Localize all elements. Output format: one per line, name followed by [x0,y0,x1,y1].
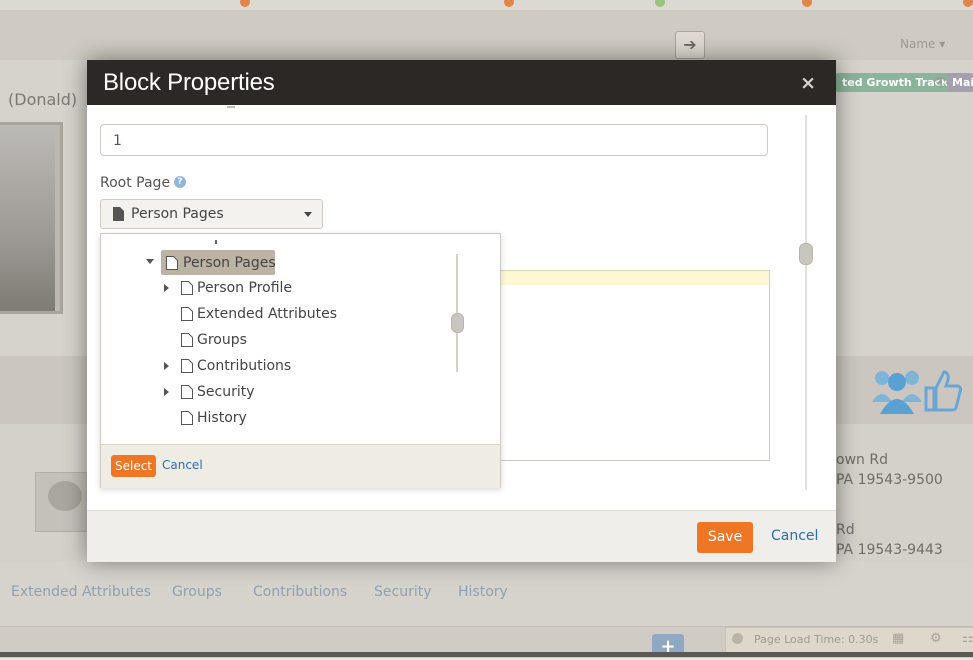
modal-footer: Save Cancel [87,510,836,562]
tab-favicon [504,0,514,7]
field-label-cut [227,106,235,108]
modal-scrollbar-track[interactable] [805,115,807,490]
root-page-value: Person Pages [131,206,224,222]
page-icon [181,359,193,373]
tab-history[interactable]: History [458,584,508,600]
name-dropdown[interactable]: Name ▾ [900,37,945,51]
eye-icon: 👁 [933,75,949,89]
page-icon [181,307,193,321]
member-badge: Mai [947,73,973,92]
expand-icon[interactable] [164,284,169,292]
page-icon [181,333,193,347]
thumbs-up-icon [924,370,962,412]
tree-node-person-pages[interactable]: Person Pages [146,250,406,275]
tab-contributions[interactable]: Contributions [253,584,347,600]
tree-cancel-button[interactable]: Cancel [162,458,203,472]
tab-favicon [802,0,812,7]
tab-groups[interactable]: Groups [172,584,222,600]
tree-picker-footer: Select Cancel [101,444,500,488]
login-arrow-icon[interactable]: ➔ [675,31,705,59]
help-icon[interactable]: ? [174,176,186,188]
clock-icon [732,633,743,644]
taskbar-edge [0,652,973,657]
collapse-icon[interactable] [146,259,154,264]
tree-node-security[interactable]: Security [161,381,421,403]
page-icon [113,207,124,221]
tab-security[interactable]: Security [374,584,432,600]
top-navbar: ➔ Name ▾ [0,10,973,60]
sitemap-icon[interactable]: ⚏ [962,631,973,646]
page-load-time-bar: Page Load Time: 0.30s ▦ ⚙ ⚏ [725,627,973,655]
tree-node-contributions[interactable]: Contributions [161,355,421,377]
cancel-button[interactable]: Cancel [771,528,818,544]
tree-node-groups[interactable]: Groups [161,329,421,351]
address-home: own Rd PA 19543-9500 [836,452,943,488]
select-button[interactable]: Select [111,455,156,477]
gear-icon[interactable]: ⚙ [930,631,942,646]
modal-header: Block Properties × [87,60,836,105]
person-subnav: Extended Attributes Groups Contributions… [0,580,973,606]
person-photo [0,122,63,314]
page-icon [181,385,193,399]
close-icon[interactable]: × [800,72,816,94]
root-page-picker[interactable]: Person Pages [100,199,323,229]
page-icon [166,256,178,270]
root-page-label: Root Page [100,175,171,191]
person-nickname: (Donald) [8,90,78,109]
tree-node-history[interactable]: History [161,407,421,429]
tab-favicon [963,0,973,7]
page-icon [181,281,193,295]
code-textarea[interactable] [498,285,770,461]
tab-favicon [655,0,665,7]
tab-favicon [240,0,250,7]
tree-node-extended-attributes[interactable]: Extended Attributes [161,303,421,325]
grid-icon[interactable]: ▦ [892,631,904,646]
tree-scroll-cut [215,240,217,244]
address-work: Rd PA 19543-9443 [836,522,943,558]
expand-icon[interactable] [164,362,169,370]
tab-extended-attributes[interactable]: Extended Attributes [11,584,151,600]
page-load-time: Page Load Time: 0.30s [754,633,879,646]
highlighted-input[interactable] [498,270,770,286]
expand-icon[interactable] [164,388,169,396]
page-icon [181,411,193,425]
tree-node-person-profile[interactable]: Person Profile [161,277,421,299]
chevron-down-icon [304,212,312,217]
tree-scrollbar-thumb[interactable] [451,313,464,333]
people-icon [872,371,922,414]
save-button[interactable]: Save [697,522,753,553]
number-input[interactable]: 1 [100,124,768,156]
page-tree-picker: Person Pages Person Profile Extended Att… [100,233,501,488]
modal-scrollbar-thumb[interactable] [799,243,813,265]
family-member-avatar [35,472,95,532]
modal-title: Block Properties [103,69,275,96]
